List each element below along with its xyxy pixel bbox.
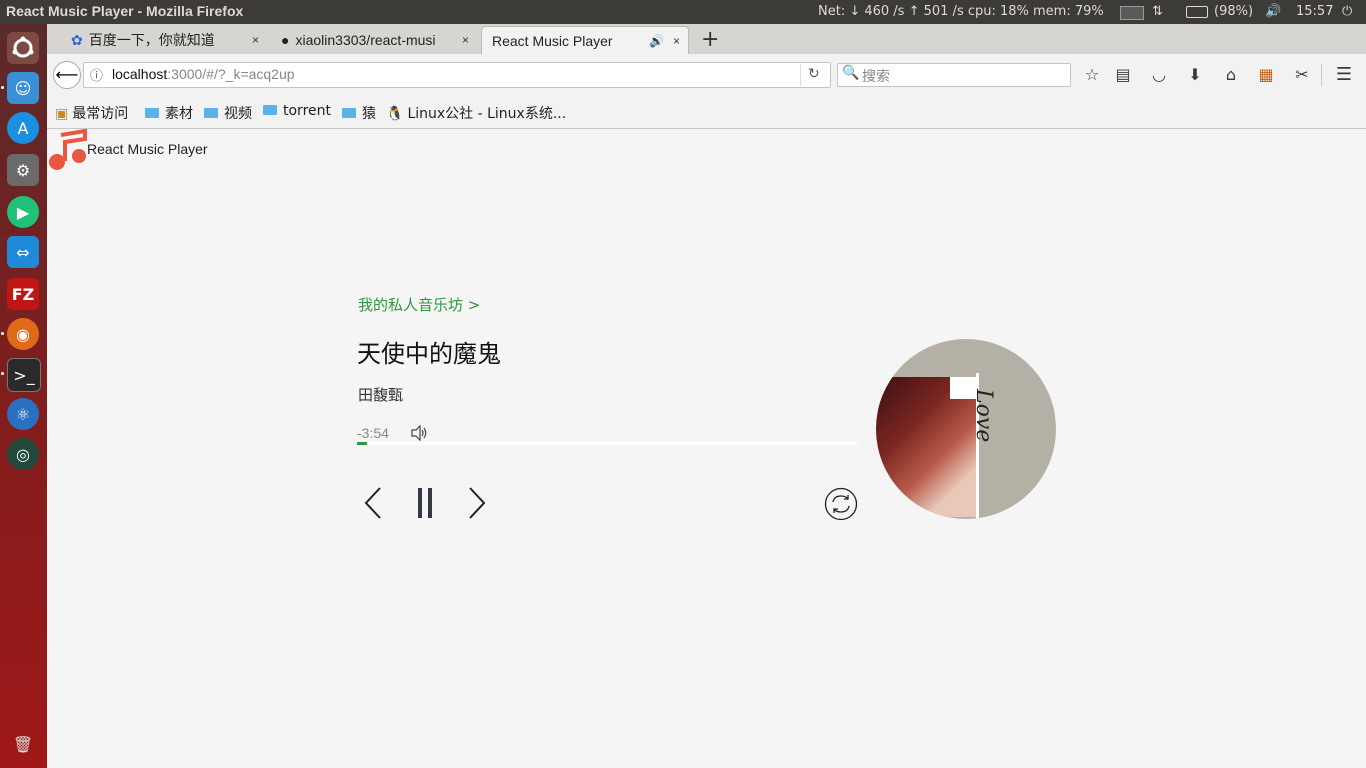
bookmark-linux-gongshe[interactable]: 🐧 Linux公社 - Linux系统... bbox=[386, 103, 566, 123]
download-icon[interactable]: ⬇ bbox=[1186, 66, 1204, 84]
teamviewer-icon[interactable]: ⇔ bbox=[7, 236, 39, 268]
url-divider bbox=[800, 64, 801, 86]
home-icon[interactable]: ⌂ bbox=[1222, 66, 1240, 84]
gitkraken-icon[interactable]: ◎ bbox=[7, 438, 39, 470]
volume-icon[interactable] bbox=[411, 425, 429, 441]
bookmark-folder-ape[interactable]: 猿 bbox=[342, 103, 376, 123]
battery-percent: (98%) bbox=[1214, 4, 1254, 19]
url-text: localhost:3000/#/?_k=acq2up bbox=[112, 66, 295, 82]
folder-icon bbox=[145, 108, 159, 118]
pocket-icon[interactable]: ◡ bbox=[1150, 66, 1168, 84]
window-title: React Music Player - Mozilla Firefox bbox=[6, 3, 244, 19]
tab-label: xiaolin3303/react-musi bbox=[295, 32, 436, 48]
new-tab-button[interactable]: + bbox=[701, 27, 719, 52]
keyboard-icon[interactable] bbox=[1120, 6, 1144, 20]
bookmark-folder-materials[interactable]: 素材 bbox=[145, 103, 193, 123]
previous-button[interactable] bbox=[361, 485, 385, 521]
search-field[interactable]: 🔍 搜索 bbox=[837, 63, 1071, 87]
pause-button[interactable] bbox=[413, 485, 437, 521]
launcher: ☺ A ⚙ ▶ ⇔ FZ ◉ >_ ⚛ ◎ 🗑 bbox=[0, 24, 47, 768]
ubuntu-logo-icon[interactable] bbox=[7, 32, 39, 64]
terminal-icon[interactable]: >_ bbox=[7, 358, 41, 392]
tab-github[interactable]: ● xiaolin3303/react-musi × bbox=[271, 26, 477, 54]
tab-label: 百度一下，你就知道 bbox=[88, 32, 215, 48]
tab-bar: ✿ 百度一下，你就知道 × ● xiaolin3303/react-musi ×… bbox=[47, 24, 1366, 55]
page-content: React Music Player 我的私人音乐坊 > 天使中的魔鬼 田馥甄 … bbox=[47, 129, 1366, 768]
info-icon[interactable]: ⓘ bbox=[90, 65, 103, 84]
tab-baidu[interactable]: ✿ 百度一下，你就知道 × bbox=[61, 26, 267, 54]
url-bar[interactable]: ⓘ localhost:3000/#/?_k=acq2up ↻ bbox=[83, 62, 831, 88]
time-remaining: -3:54 bbox=[357, 425, 389, 441]
repeat-mode-icon[interactable] bbox=[824, 487, 858, 521]
toolbar-divider bbox=[1321, 64, 1322, 86]
clock[interactable]: 15:57 bbox=[1296, 4, 1333, 19]
extension-icon[interactable]: ▦ bbox=[1257, 66, 1275, 84]
bookmark-folder-videos[interactable]: 视频 bbox=[204, 103, 252, 123]
folder-icon bbox=[342, 108, 356, 118]
artist-name: 田馥甄 bbox=[358, 386, 404, 404]
folder-icon bbox=[263, 105, 277, 115]
folder-icon: ▣ bbox=[55, 106, 69, 122]
settings-icon[interactable]: ⚙ bbox=[7, 154, 39, 186]
tab-react-music-player[interactable]: React Music Player 🔊 × bbox=[481, 26, 689, 55]
app-title: React Music Player bbox=[87, 141, 208, 157]
folder-icon bbox=[204, 108, 218, 118]
bookmark-most-visited[interactable]: ▣ 最常访问 bbox=[55, 103, 128, 123]
system-monitor: Net: ↓ 460 /s ↑ 501 /s cpu: 18% mem: 79% bbox=[818, 4, 1104, 19]
trash-icon[interactable]: 🗑 bbox=[7, 728, 39, 760]
app-store-icon[interactable]: A bbox=[7, 112, 39, 144]
reload-icon[interactable]: ↻ bbox=[808, 66, 820, 82]
running-indicator bbox=[1, 372, 4, 375]
search-placeholder: 搜索 bbox=[862, 69, 890, 85]
next-button[interactable] bbox=[465, 485, 489, 521]
power-icon[interactable]: ⏻ bbox=[1342, 4, 1352, 19]
cover-text: Love bbox=[971, 389, 996, 443]
menu-icon[interactable]: ☰ bbox=[1335, 66, 1353, 84]
tab-audio-icon[interactable]: 🔊 bbox=[649, 34, 664, 48]
bookmarks-toolbar: ▣ 最常访问 素材 视频 torrent 猿 🐧 Linux公社 - Linux系统… bbox=[47, 96, 1366, 129]
battery-icon[interactable] bbox=[1186, 6, 1208, 18]
tux-icon: 🐧 bbox=[386, 106, 404, 122]
running-indicator bbox=[1, 86, 4, 89]
firefox-icon[interactable]: ◉ bbox=[7, 318, 39, 350]
navigation-bar: ⟵ ⓘ localhost:3000/#/?_k=acq2up ↻ 🔍 搜索 ☆… bbox=[47, 54, 1366, 96]
filezilla-icon[interactable]: FZ bbox=[7, 278, 39, 310]
close-tab-icon[interactable]: × bbox=[673, 34, 680, 48]
running-indicator bbox=[1, 332, 4, 335]
playlist-link[interactable]: 我的私人音乐坊 > bbox=[358, 294, 480, 315]
tab-label: React Music Player bbox=[492, 33, 613, 49]
network-icon[interactable]: ⇅ bbox=[1152, 4, 1163, 19]
finder-icon[interactable]: ☺ bbox=[7, 72, 39, 104]
progress-bar[interactable] bbox=[357, 442, 857, 445]
progress-fill bbox=[357, 442, 367, 445]
github-icon: ● bbox=[281, 32, 290, 48]
search-icon: 🔍 bbox=[842, 65, 860, 81]
music-note-logo-icon bbox=[49, 129, 87, 170]
back-button[interactable]: ⟵ bbox=[53, 61, 81, 89]
reading-list-icon[interactable]: ▤ bbox=[1114, 66, 1132, 84]
close-tab-icon[interactable]: × bbox=[462, 33, 469, 47]
media-player-icon[interactable]: ▶ bbox=[7, 196, 39, 228]
song-title: 天使中的魔鬼 bbox=[357, 340, 501, 368]
bookmark-folder-torrent[interactable]: torrent bbox=[263, 103, 331, 119]
volume-indicator-icon[interactable]: 🔊 bbox=[1265, 4, 1281, 19]
system-top-bar: React Music Player - Mozilla Firefox Net… bbox=[0, 0, 1366, 24]
album-cover: Love bbox=[876, 339, 1056, 519]
screenshot-extension-icon[interactable]: ✂ bbox=[1293, 66, 1311, 84]
atom-icon[interactable]: ⚛ bbox=[7, 398, 39, 430]
baidu-icon: ✿ bbox=[71, 31, 83, 48]
bookmark-star-icon[interactable]: ☆ bbox=[1083, 66, 1101, 84]
close-tab-icon[interactable]: × bbox=[252, 33, 259, 47]
